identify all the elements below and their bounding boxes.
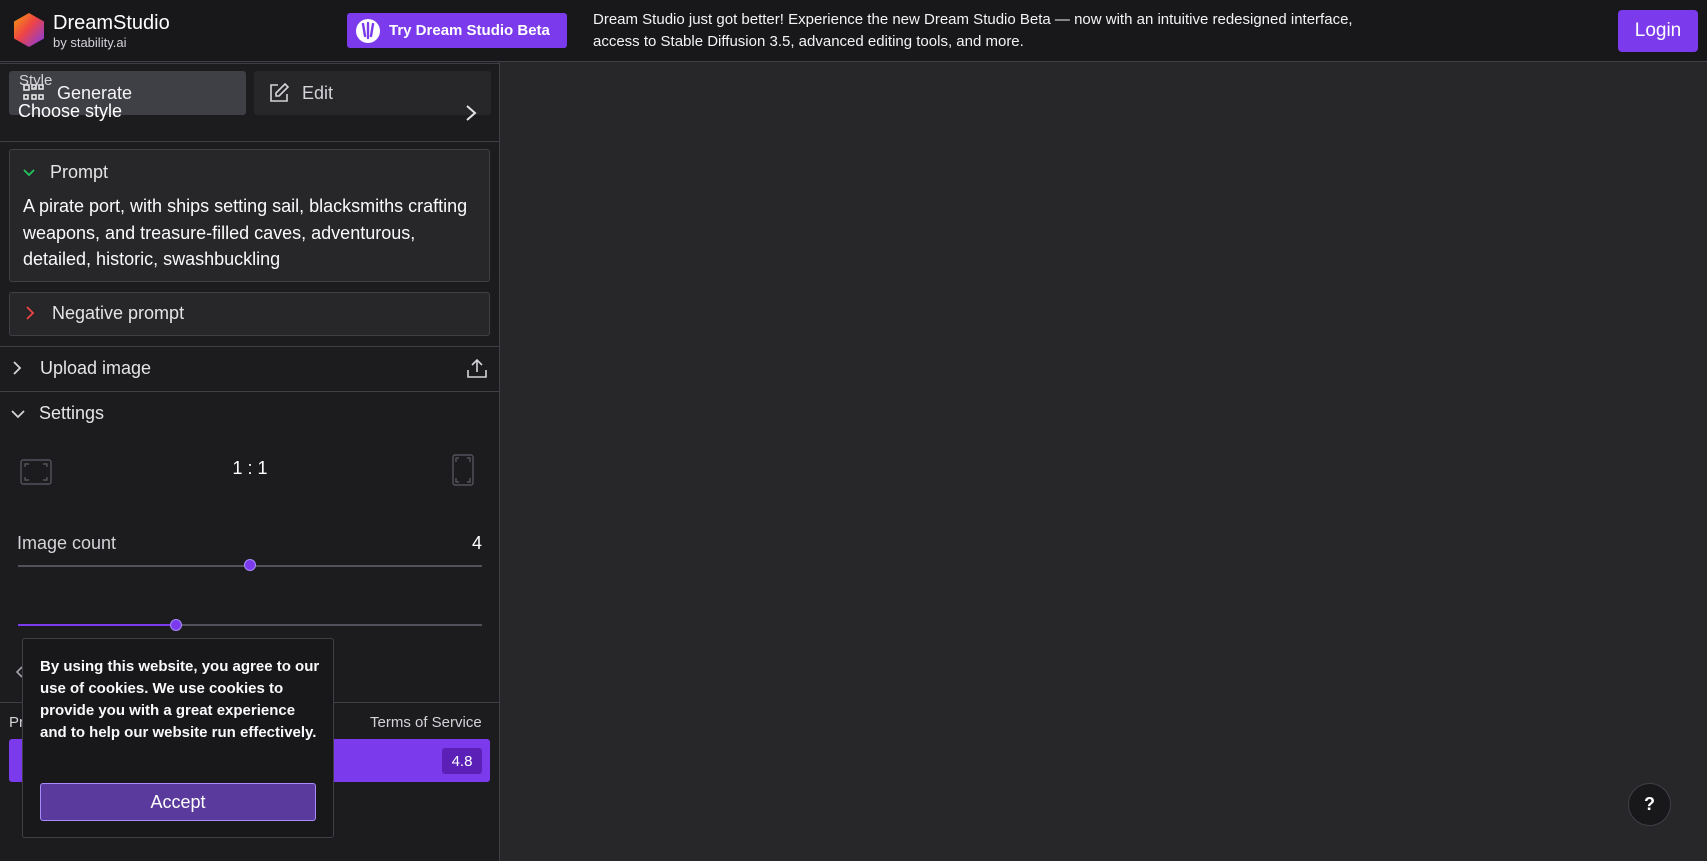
settings-label[interactable]: Settings (39, 403, 104, 424)
cookie-consent-text: By using this website, you agree to our … (40, 658, 320, 741)
image-count-label: Image count (17, 533, 117, 553)
brand-name: DreamStudio (53, 12, 170, 34)
image-count-slider-handle[interactable] (169, 619, 182, 631)
landscape-frame-icon[interactable] (20, 459, 52, 485)
brand[interactable]: DreamStudio by stability.ai (53, 12, 170, 52)
chevron-right-icon (13, 361, 22, 375)
prompt-label[interactable]: Prompt (50, 162, 108, 183)
upload-icon[interactable] (466, 357, 488, 379)
aspect-ratio-slider-handle[interactable] (244, 559, 256, 571)
credit-cost-badge: 4.8 (442, 748, 482, 774)
portrait-frame-icon[interactable] (452, 454, 474, 486)
image-count-value: 4 (471, 533, 482, 553)
help-button[interactable]: ? (1628, 783, 1671, 826)
chevron-right-icon[interactable] (464, 104, 478, 122)
negative-prompt-label: Negative prompt (52, 303, 185, 323)
cookie-accept-button[interactable]: Accept (40, 783, 316, 821)
style-label: Style (19, 72, 53, 89)
chevron-down-icon[interactable] (10, 408, 26, 420)
announcement-text: Dream Studio just got better! Experience… (593, 11, 1353, 50)
brand-sub: by stability.ai (53, 35, 127, 50)
image-count-fill (18, 624, 176, 626)
chevron-down-icon[interactable] (22, 167, 36, 179)
dream-studio-beta-icon (356, 18, 380, 43)
login-button[interactable]: Login (1618, 10, 1698, 52)
try-beta-label: Try Dream Studio Beta (389, 22, 550, 39)
prompt-textarea[interactable]: A pirate port, with ships setting sail, … (23, 193, 473, 273)
terms-of-service-link[interactable]: Terms of Service (370, 714, 482, 731)
aspect-ratio-value: 1 : 1 (232, 458, 268, 478)
stability-logo-icon[interactable] (11, 12, 47, 48)
upload-image-label: Upload image (40, 358, 152, 378)
try-beta-button[interactable]: Try Dream Studio Beta (347, 13, 567, 48)
chevron-right-icon (26, 306, 35, 320)
style-value: Choose style (18, 101, 123, 121)
